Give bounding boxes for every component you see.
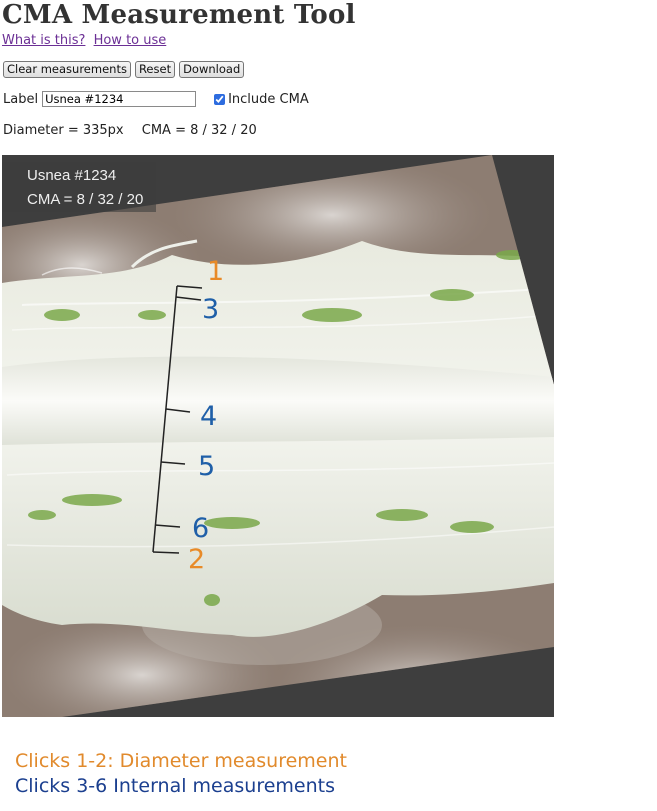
overlay-cma-label: CMA = 8 / 32 / 20 xyxy=(27,191,143,208)
label-row: Label Include CMA xyxy=(3,91,309,107)
toolbar: Clear measurements Reset Download xyxy=(3,61,245,78)
measurement-canvas[interactable]: Usnea #1234 CMA = 8 / 32 / 20 1 3 4 5 6 … xyxy=(2,155,554,717)
marker-2: 2 xyxy=(188,544,205,575)
marker-5: 5 xyxy=(198,451,215,482)
cma-readout: CMA = 8 / 32 / 20 xyxy=(141,123,257,138)
legend-diameter: Clicks 1-2: Diameter measurement xyxy=(15,750,347,772)
marker-6: 6 xyxy=(192,513,209,544)
reset-button[interactable]: Reset xyxy=(134,61,176,78)
how-to-use-link[interactable]: How to use xyxy=(94,33,167,48)
photo xyxy=(2,155,554,717)
label-input[interactable] xyxy=(42,91,197,107)
click-legend: Clicks 1-2: Diameter measurement Clicks … xyxy=(15,749,347,799)
marker-3: 3 xyxy=(202,294,219,325)
what-is-this-link[interactable]: What is this? xyxy=(2,33,85,48)
legend-internal: Clicks 3-6 Internal measurements xyxy=(15,775,336,797)
label-caption: Label xyxy=(3,91,39,107)
overlay-specimen-label: Usnea #1234 xyxy=(27,167,116,184)
help-links: What is this? How to use xyxy=(2,33,170,48)
diameter-readout: Diameter = 335px xyxy=(3,123,124,138)
clear-measurements-button[interactable]: Clear measurements xyxy=(3,61,131,78)
lichen-image[interactable]: Usnea #1234 CMA = 8 / 32 / 20 1 3 4 5 6 … xyxy=(2,155,554,717)
include-cma-label: Include CMA xyxy=(228,91,309,107)
page-title: CMA Measurement Tool xyxy=(2,0,356,30)
download-button[interactable]: Download xyxy=(179,61,245,78)
include-cma-checkbox[interactable] xyxy=(214,93,226,105)
marker-4: 4 xyxy=(200,401,217,432)
marker-1: 1 xyxy=(207,256,224,287)
measurement-readout: Diameter = 335px CMA = 8 / 32 / 20 xyxy=(3,123,271,138)
